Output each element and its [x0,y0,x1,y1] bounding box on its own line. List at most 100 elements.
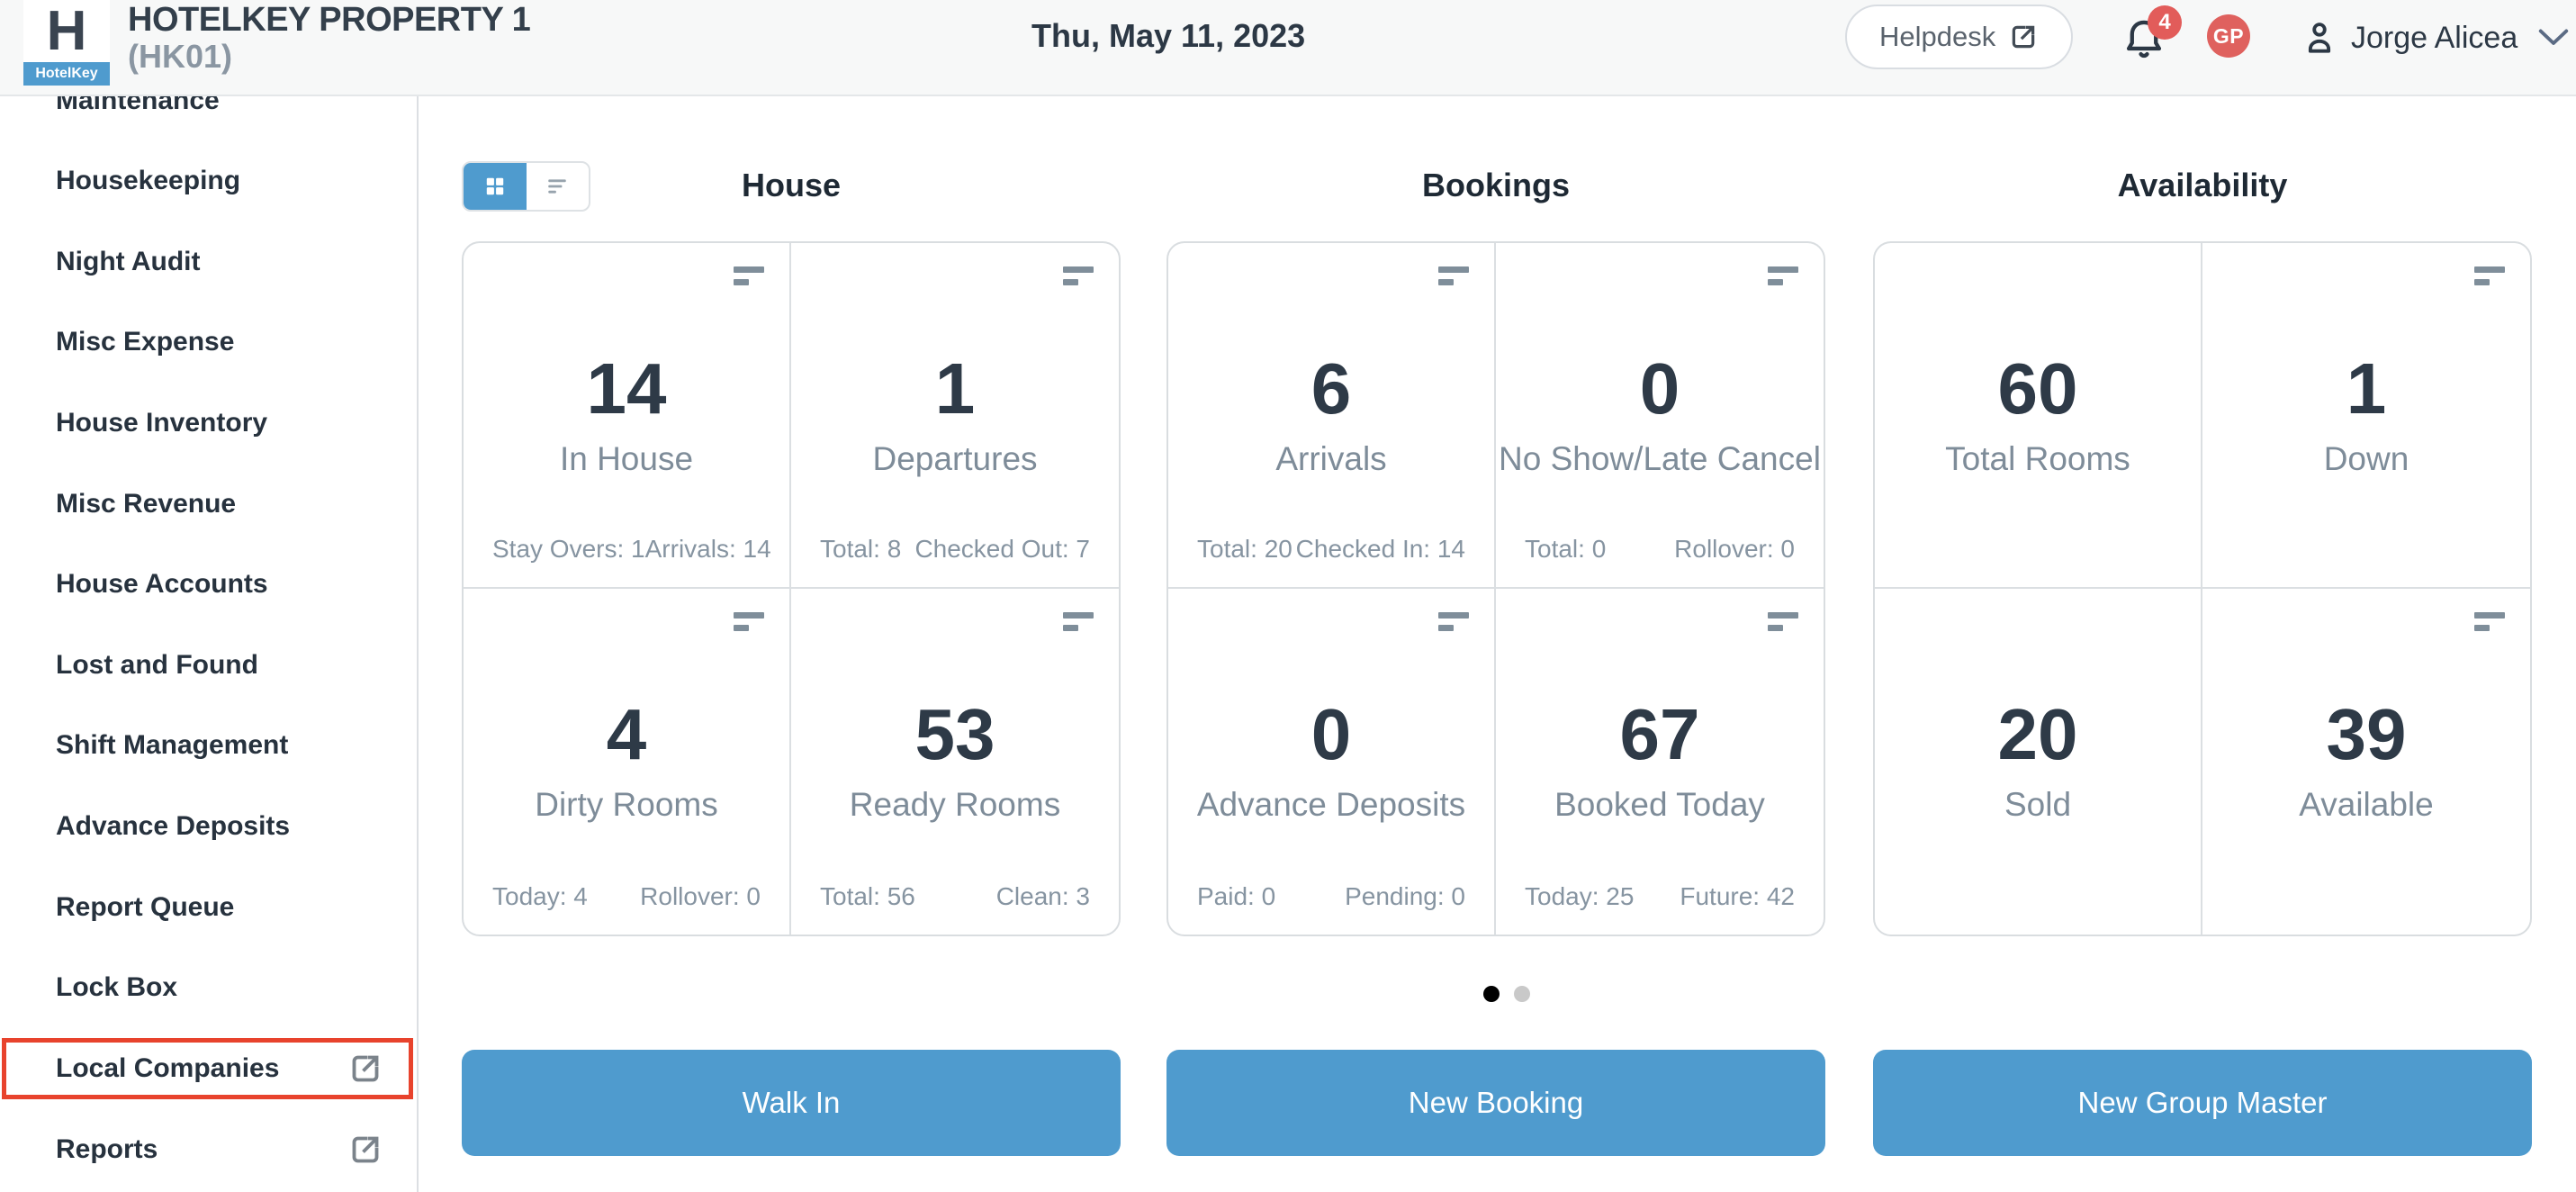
sidebar-item-reports[interactable]: Reports [0,1109,417,1190]
sidebar-item-housekeeping[interactable]: Housekeeping [0,140,417,221]
card-stat-left: Paid: 0 [1197,882,1275,911]
sidebar-item-lost-and-found[interactable]: Lost and Found [0,625,417,706]
sort-bars-icon[interactable] [734,266,764,292]
card-value: 0 [1640,351,1680,427]
card-label: Departures [872,439,1037,479]
sidebar-item-lock-box[interactable]: Lock Box [0,947,417,1028]
card-down[interactable]: 1 Down [2202,243,2530,589]
external-link-icon [2008,22,2039,52]
card-value: 60 [1998,351,2078,427]
carousel-dot-1[interactable] [1483,986,1500,1002]
avatar[interactable]: GP [2207,14,2250,58]
sort-bars-icon[interactable] [1063,266,1094,292]
card-label: Arrivals [1275,439,1386,479]
card-in-house[interactable]: 14 In House Stay Overs: 1Arrivals: 14 [464,243,791,589]
sort-bars-icon[interactable] [2474,612,2505,637]
list-lines-icon [545,175,569,198]
card-stat-left: Total: 8 [820,535,901,564]
user-menu[interactable]: Jorge Alicea [2301,13,2570,63]
sidebar-item-label: House Inventory [56,408,267,438]
helpdesk-label: Helpdesk [1879,21,1995,53]
list-view-button[interactable] [527,163,590,210]
card-label: Advance Deposits [1197,785,1465,825]
card-value: 1 [2346,351,2387,427]
card-booked-today[interactable]: 67 Booked Today Today: 25Future: 42 [1496,589,1824,935]
new-booking-button[interactable]: New Booking [1166,1050,1825,1156]
external-link-icon [347,1132,383,1168]
sidebar-item-report-queue[interactable]: Report Queue [0,867,417,948]
card-total-rooms[interactable]: 60 Total Rooms [1875,243,2202,589]
card-stat-left: Stay Overs: 1 [492,535,645,564]
card-departures[interactable]: 1 Departures Total: 8 Checked Out: 7 [791,243,1119,589]
sidebar-item-misc-expense[interactable]: Misc Expense [0,302,417,383]
card-available[interactable]: 39 Available [2202,589,2530,935]
sidebar-item-advance-deposits[interactable]: Advance Deposits [0,786,417,867]
sort-bars-icon[interactable] [1063,612,1094,637]
header: H HotelKey HOTELKEY PROPERTY 1 (HK01) Th… [0,0,2576,96]
card-sold[interactable]: 20 Sold [1875,589,2202,935]
card-stat-right: Checked In: 14 [1296,535,1465,564]
property-title-block: HOTELKEY PROPERTY 1 (HK01) [128,2,530,76]
bookings-card-grid: 6 Arrivals Total: 20Checked In: 14 0 No … [1166,241,1825,936]
card-advance-deposits[interactable]: 0 Advance Deposits Paid: 0Pending: 0 [1168,589,1496,935]
card-stat-right: Clean: 3 [996,882,1090,911]
sort-bars-icon[interactable] [2474,266,2505,292]
sidebar-item-shift-management[interactable]: Shift Management [0,705,417,786]
new-group-master-button[interactable]: New Group Master [1873,1050,2532,1156]
person-icon [2301,19,2338,57]
card-value: 53 [915,697,995,772]
walk-in-button[interactable]: Walk In [462,1050,1121,1156]
card-arrivals[interactable]: 6 Arrivals Total: 20Checked In: 14 [1168,243,1496,589]
card-label: Dirty Rooms [535,785,718,825]
card-stat-left: Total: 56 [820,882,915,911]
card-label: No Show/Late Cancel [1499,439,1821,479]
card-stat-left: Today: 4 [492,882,588,911]
card-ready-rooms[interactable]: 53 Ready Rooms Total: 56Clean: 3 [791,589,1119,935]
sidebar-item-label: Shift Management [56,730,288,761]
card-value: 20 [1998,697,2078,772]
card-label: Available [2299,785,2433,825]
card-stat-right: Rollover: 0 [1674,535,1795,564]
hotelkey-logo: H HotelKey [23,0,110,86]
card-label: Booked Today [1554,785,1765,825]
logo-brand: HotelKey [23,62,110,86]
card-stat-left: Total: 20 [1197,535,1293,564]
sidebar-item-house-accounts[interactable]: House Accounts [0,544,417,625]
sort-bars-icon[interactable] [1438,612,1469,637]
sidebar-item-misc-revenue[interactable]: Misc Revenue [0,464,417,545]
sidebar-item-local-companies[interactable]: Local Companies [0,1028,417,1109]
sort-bars-icon[interactable] [734,612,764,637]
card-value: 6 [1311,351,1352,427]
card-stat-left: Total: 0 [1525,535,1606,564]
logo-letter: H [23,0,110,62]
sidebar-item-house-inventory[interactable]: House Inventory [0,383,417,464]
notifications-button[interactable]: 4 [2121,11,2184,74]
section-title-availability: Availability [1873,167,2532,204]
card-label: Total Rooms [1945,439,2130,479]
grid-view-button[interactable] [464,163,527,210]
sort-bars-icon[interactable] [1768,266,1798,292]
card-stat-right: Arrivals: 14 [645,535,771,564]
sidebar-item-maintenance[interactable]: Maintenance [0,96,417,141]
sidebar-item-label: House Accounts [56,569,268,600]
sort-bars-icon[interactable] [1768,612,1798,637]
sort-bars-icon[interactable] [1438,266,1469,292]
card-stat-right: Future: 42 [1680,882,1795,911]
card-stat-right: Checked Out: 7 [914,535,1090,564]
view-toggle [462,161,590,212]
card-label: Down [2324,439,2409,479]
sidebar-item-night-audit[interactable]: Night Audit [0,221,417,303]
sidebar: Maintenance Housekeeping Night Audit Mis… [0,96,419,1192]
business-date: Thu, May 11, 2023 [1031,18,1305,54]
card-dirty-rooms[interactable]: 4 Dirty Rooms Today: 4Rollover: 0 [464,589,791,935]
helpdesk-button[interactable]: Helpdesk [1845,5,2073,69]
property-name: HOTELKEY PROPERTY 1 [128,2,530,38]
house-card-grid: 14 In House Stay Overs: 1Arrivals: 14 1 … [462,241,1121,936]
section-title-bookings: Bookings [1166,167,1825,204]
app-root: H HotelKey HOTELKEY PROPERTY 1 (HK01) Th… [0,0,2576,1192]
card-value: 1 [935,351,976,427]
sidebar-item-label: Reports [56,1134,158,1165]
card-no-show-late-cancel[interactable]: 0 No Show/Late Cancel Total: 0 Rollover: … [1496,243,1824,589]
carousel-dot-2[interactable] [1514,986,1530,1002]
property-code: (HK01) [128,38,530,76]
